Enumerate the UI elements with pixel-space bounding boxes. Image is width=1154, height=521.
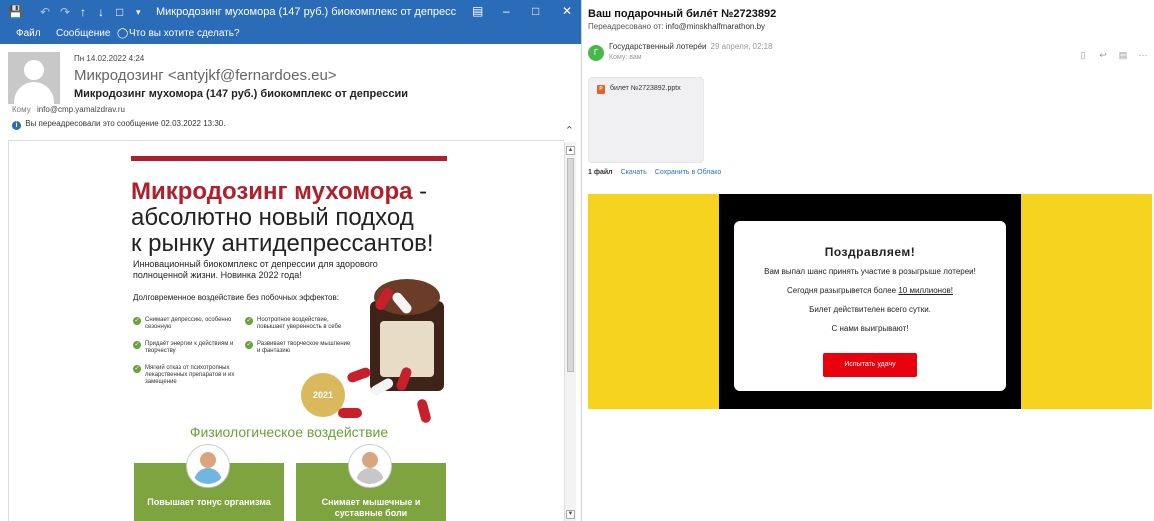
- promo-subheadline: Инновационный биокомплекс от депрессии д…: [133, 259, 378, 280]
- sender-name[interactable]: Государственный лотерéи: [609, 42, 707, 51]
- scroll-up-icon[interactable]: ▲: [566, 146, 575, 155]
- pptx-file-icon: P: [597, 85, 605, 94]
- lottery-line-1: Вам выпал шанс принять участие в розыгры…: [764, 267, 976, 276]
- forwarded-line: Переадресовано от: info@minskhalfmaratho…: [588, 22, 765, 31]
- message-body: Микродозинг мухомора - абсолютно новый п…: [8, 140, 564, 521]
- woman-photo: [187, 445, 229, 487]
- sender-avatar: [8, 52, 60, 104]
- attachment-filename[interactable]: билет №2723892.pptx: [610, 85, 681, 92]
- promo-headline: Микродозинг мухомора - абсолютно новый п…: [131, 178, 434, 257]
- message-header: Пн 14.02.2022 4:24 Микродозинг <antyjkf@…: [0, 44, 581, 137]
- lottery-line-2: Сегодня разыгрывется более 10 миллионов!: [786, 286, 954, 295]
- benefit-item: ✓ Снимает депрессию, особенно сезонную: [133, 317, 232, 330]
- print-icon[interactable]: ▤: [1118, 50, 1128, 60]
- sender-avatar: Г: [588, 45, 604, 61]
- message-subject: Микродозинг мухомора (147 руб.) биокомпл…: [74, 88, 408, 100]
- tab-file[interactable]: Файл: [16, 28, 41, 40]
- year-badge: 2021: [301, 373, 345, 417]
- attachment-meta: 1 файл Скачать Сохранить в Облако: [588, 169, 727, 176]
- lightbulb-icon: ◯: [117, 28, 129, 39]
- capsule-image: [416, 398, 432, 424]
- attachment-tile[interactable]: P билет №2723892.pptx: [588, 77, 704, 163]
- recipient-line: Кому info@cmp.yamalzdrav.ru: [12, 105, 125, 114]
- man-photo: [349, 445, 391, 487]
- tell-me-search[interactable]: Что вы хотите сделать?: [129, 28, 240, 40]
- title-bar: 💾 ↶ ↷ ↑ ↓ □ ▾ Микродозинг мухомора (147 …: [0, 0, 581, 24]
- arrow-up-icon[interactable]: ↑: [80, 4, 86, 20]
- lottery-heading: Поздравляем!: [824, 245, 916, 259]
- message-subject: Ваш подарочный билéт №2723892: [588, 8, 777, 20]
- ribbon-tabs: Файл Сообщение ◯ Что вы хотите сделать?: [0, 24, 581, 44]
- more-icon[interactable]: ⋯: [1138, 50, 1148, 60]
- vertical-scrollbar[interactable]: ▲ ▼: [564, 142, 576, 521]
- benefit-item: ✓ Мягкий отказ от психотропных лекарствен…: [133, 365, 235, 385]
- maximize-button[interactable]: □: [532, 3, 539, 19]
- lottery-banner: Поздравляем! Вам выпал шанс принять учас…: [588, 194, 1152, 409]
- recipient-address[interactable]: info@cmp.yamalzdrav.ru: [37, 105, 125, 114]
- check-icon: ✓: [245, 341, 253, 349]
- recipient-line: Кому: вам: [609, 54, 642, 61]
- scroll-thumb[interactable]: [567, 158, 574, 372]
- sender-line: Государственный лотерéи 29 апреля, 02:18: [609, 42, 773, 51]
- benefit-item: ✓ Придаёт энергии к действиям и творчеств…: [133, 341, 234, 354]
- forwarded-from-address[interactable]: info@minskhalfmarathon.by: [666, 22, 765, 31]
- download-link[interactable]: Скачать: [621, 169, 647, 176]
- ribbon-display-icon[interactable]: ▤: [472, 3, 483, 19]
- to-label: Кому: [12, 105, 31, 114]
- lottery-line-4: С нами выигрывают!: [831, 324, 909, 333]
- check-icon: ✓: [133, 341, 141, 349]
- forwarded-label: Переадресовано от:: [588, 22, 664, 31]
- info-icon: i: [12, 121, 21, 130]
- benefit-item: ✓ Ноотропное воздействие, повышает уверен…: [245, 317, 342, 330]
- forwarded-notice: Вы переадресовали это сообщение 02.03.20…: [25, 119, 226, 128]
- sender-name[interactable]: Микродозинг <antyjkf@fernardoes.eu>: [74, 67, 337, 84]
- check-icon: ✓: [245, 317, 253, 325]
- find-icon[interactable]: □: [116, 4, 123, 20]
- save-cloud-link[interactable]: Сохранить в Облако: [655, 169, 722, 176]
- message-actions: ▯ ↩ ▤ ⋯: [1068, 45, 1148, 60]
- outlook-message-window: 💾 ↶ ↷ ↑ ↓ □ ▾ Микродозинг мухомора (147 …: [0, 0, 582, 521]
- info-bar[interactable]: i Вы переадресовали это сообщение 02.03.…: [12, 119, 225, 130]
- bookmark-icon[interactable]: ▯: [1078, 50, 1088, 60]
- redo-icon[interactable]: ↷: [60, 4, 70, 20]
- sent-date: Пн 14.02.2022 4:24: [74, 54, 145, 63]
- capsule-image: [338, 408, 362, 418]
- undo-icon[interactable]: ↶: [40, 4, 50, 20]
- physio-title: Физиологическое воздействие: [189, 424, 389, 440]
- attachment-count: 1 файл: [588, 169, 613, 176]
- prize-link[interactable]: 10 миллионов!: [898, 286, 953, 295]
- tab-message[interactable]: Сообщение: [56, 28, 110, 40]
- check-icon: ✓: [133, 317, 141, 325]
- sent-date: 29 апреля, 02:18: [710, 42, 773, 51]
- try-luck-button[interactable]: Испытать удачу: [823, 353, 917, 377]
- close-button[interactable]: ✕: [562, 3, 572, 19]
- collapse-header-icon[interactable]: ⌃: [565, 124, 574, 137]
- check-icon: ✓: [133, 365, 141, 373]
- window-title: Микродозинг мухомора (147 руб.) биокомпл…: [156, 6, 456, 18]
- arrow-down-icon[interactable]: ↓: [98, 4, 104, 20]
- save-icon[interactable]: 💾: [8, 4, 23, 20]
- lottery-line-3: Билет действителен всего сутки.: [809, 305, 931, 314]
- customize-toolbar-icon[interactable]: ▾: [136, 4, 141, 20]
- promo-effect-intro: Долговременное воздействие без побочных …: [133, 293, 339, 302]
- lottery-banner-frame: Поздравляем! Вам выпал шанс принять учас…: [719, 194, 1021, 409]
- benefit-item: ✓ Развивает творческое мышление и фантази…: [245, 341, 351, 354]
- reply-icon[interactable]: ↩: [1098, 50, 1108, 60]
- webmail-message-view: Ваш подарочный билéт №2723892 Переадресо…: [582, 0, 1154, 521]
- minimize-button[interactable]: –: [503, 3, 510, 19]
- lottery-card: Поздравляем! Вам выпал шанс принять учас…: [734, 221, 1006, 391]
- promo-accent-bar: [131, 156, 447, 161]
- scroll-down-icon[interactable]: ▼: [566, 510, 575, 519]
